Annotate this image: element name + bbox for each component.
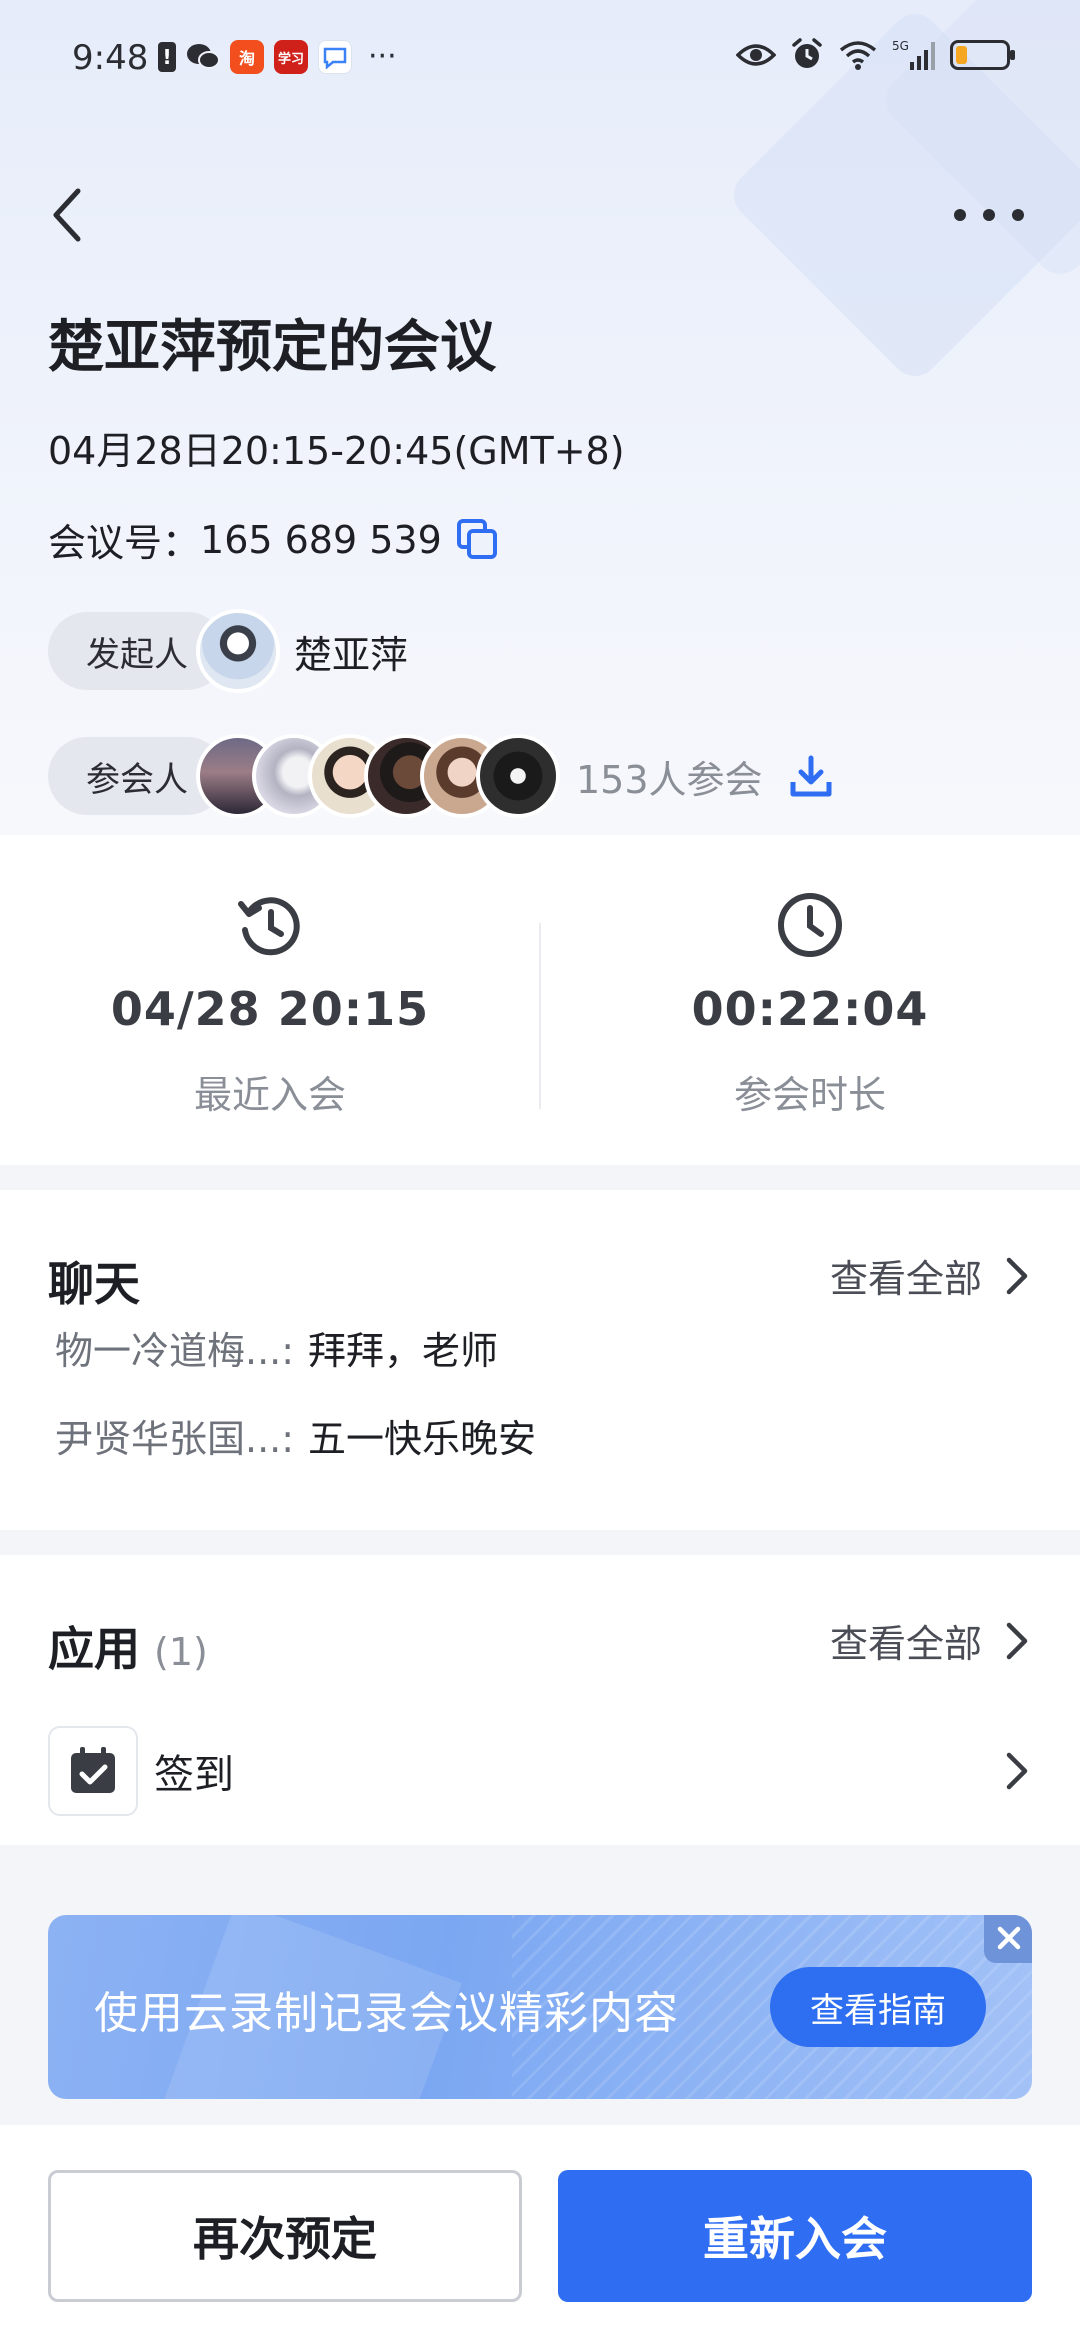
last-join-value: 04/28 20:15	[110, 982, 430, 1036]
host-name: 楚亚萍	[294, 632, 409, 677]
last-join-label: 最近入会	[193, 1073, 346, 1117]
view-guide-button[interactable]: 查看指南	[770, 1967, 986, 2047]
header-background	[0, 0, 1080, 835]
back-button[interactable]	[50, 180, 100, 250]
alarm-icon	[792, 38, 822, 68]
apps-title: 应用 (1)	[48, 1613, 208, 1683]
more-options-button[interactable]	[954, 195, 1024, 235]
close-banner-button[interactable]	[984, 1915, 1032, 1963]
duration-label: 参会时长	[733, 1073, 886, 1117]
wifi-icon	[839, 41, 877, 70]
close-icon	[997, 1926, 1021, 1950]
chat-message: 物一冷道梅...: 拜拜，老师	[55, 1320, 498, 1375]
eye-icon	[736, 44, 776, 66]
chat-text: 拜拜，老师	[308, 1329, 499, 1373]
clock-icon	[775, 890, 845, 960]
last-join-stat: 04/28 20:15 最近入会	[0, 890, 540, 1119]
chevron-right-icon	[1006, 1752, 1028, 1790]
chat-message: 尹贤华张国...: 五一快乐晚安	[55, 1408, 536, 1463]
more-dot	[1012, 209, 1024, 221]
taobao-app-icon: 淘	[230, 40, 264, 74]
view-all-label: 查看全部	[829, 1257, 982, 1301]
more-notifications-icon: ···	[368, 39, 397, 74]
host-row[interactable]: 发起人 楚亚萍	[48, 609, 408, 693]
chat-bubble-app-icon	[318, 40, 352, 74]
meeting-datetime: 04月28日20:15-20:45(GMT+8)	[48, 429, 625, 473]
view-all-label: 查看全部	[829, 1622, 982, 1666]
apps-title-text: 应用	[48, 1622, 140, 1676]
signal-5g-icon: 5G	[892, 39, 935, 70]
meeting-title: 楚亚萍预定的会议	[48, 315, 496, 380]
calendar-check-icon	[48, 1726, 138, 1816]
notification-icons: ! 淘 学习 ···	[158, 40, 397, 74]
more-dot	[983, 209, 995, 221]
chat-text: 五一快乐晚安	[308, 1417, 537, 1461]
status-bar: 9:48 ! 淘 学习 ··· 5G	[0, 0, 1080, 120]
apps-view-all-link[interactable]: 查看全部	[830, 1613, 1030, 1668]
apps-count: (1)	[154, 1630, 208, 1674]
chevron-left-icon	[53, 188, 81, 242]
banner-text: 使用云录制记录会议精彩内容	[94, 1988, 679, 2039]
history-icon	[235, 890, 305, 960]
duration-stat: 00:22:04 参会时长	[540, 890, 1080, 1119]
meeting-number-row: 会议号： 165 689 539	[48, 512, 500, 567]
wechat-icon	[186, 40, 220, 74]
chat-title: 聊天	[48, 1248, 140, 1318]
duration-value: 00:22:04	[691, 982, 929, 1036]
status-time: 9:48	[72, 38, 149, 78]
meeting-number: 165 689 539	[200, 517, 442, 562]
rejoin-button[interactable]: 重新入会	[558, 2170, 1032, 2302]
download-icon[interactable]	[789, 754, 833, 798]
chat-sender: 物一冷道梅...:	[55, 1329, 295, 1373]
app-item-label: 签到	[154, 1752, 234, 1798]
meeting-detail-page: 9:48 ! 淘 学习 ··· 5G 楚亚萍预定的会议 04月28日20:15-…	[0, 0, 1080, 2340]
host-avatar	[196, 609, 280, 693]
participants-row[interactable]: 参会人 153人参会	[48, 734, 833, 818]
rebook-button[interactable]: 再次预定	[48, 2170, 522, 2302]
chat-sender: 尹贤华张国...:	[55, 1417, 295, 1461]
copy-icon[interactable]	[456, 518, 500, 562]
chat-card: 聊天 查看全部 物一冷道梅...: 拜拜，老师 尹贤华张国...: 五一快乐晚安	[0, 1190, 1080, 1530]
meeting-stats-card: 04/28 20:15 最近入会 00:22:04 参会时长	[0, 835, 1080, 1165]
battery-icon	[950, 40, 1015, 70]
participants-count: 153人参会	[576, 757, 763, 802]
more-dot	[954, 209, 966, 221]
participant-avatar	[476, 734, 560, 818]
xuexi-app-icon: 学习	[274, 40, 308, 74]
chevron-right-icon	[1006, 1257, 1028, 1294]
system-icons: 5G	[736, 38, 1015, 72]
alert-icon: !	[158, 42, 176, 72]
chat-view-all-link[interactable]: 查看全部	[830, 1248, 1030, 1303]
apps-card: 应用 (1) 查看全部 签到	[0, 1555, 1080, 1845]
chat-title-text: 聊天	[48, 1257, 140, 1311]
bottom-action-bar: 再次预定 重新入会	[0, 2125, 1080, 2340]
svg-text:5G: 5G	[892, 39, 909, 53]
cloud-recording-banner[interactable]: 使用云录制记录会议精彩内容 查看指南	[48, 1915, 1032, 2099]
meeting-number-label: 会议号：	[48, 521, 201, 565]
chevron-right-icon	[1006, 1622, 1028, 1659]
